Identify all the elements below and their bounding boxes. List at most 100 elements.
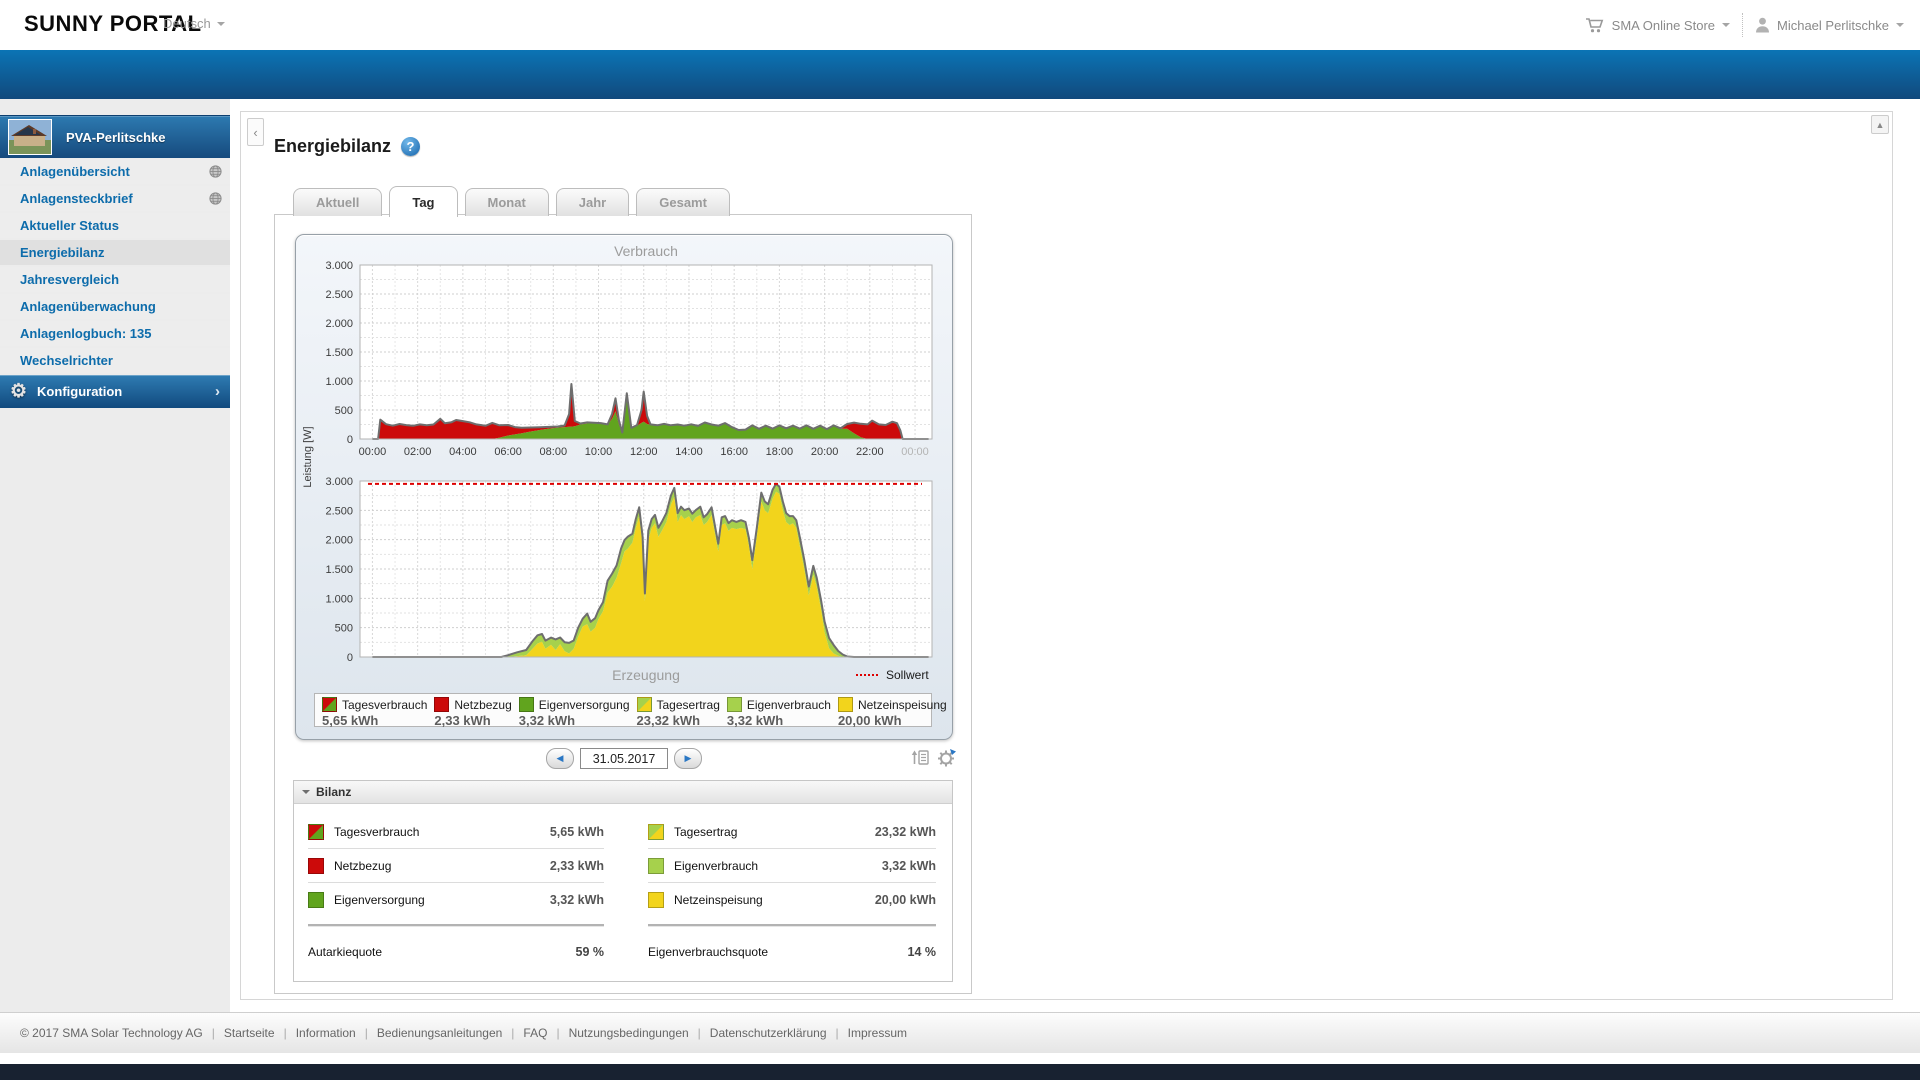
cart-icon [1585,17,1603,32]
tab-aktuell[interactable]: Aktuell [293,188,383,216]
legend-value: 5,65 kWh [322,713,379,728]
divider: | [697,1026,701,1040]
divider [308,924,604,927]
next-day-button[interactable]: ▶ [674,748,702,769]
sidebar-collapse-button[interactable]: ‹ [247,118,264,146]
legend-item: Netzbezug 2,33 kWh [427,694,512,728]
bilanz-row: Netzeinspeisung 20,00 kWh [648,883,936,916]
footer-link-faq[interactable]: FAQ [523,1026,547,1040]
sidebar-item-label: Anlagenüberwachung [20,299,156,314]
svg-text:2.500: 2.500 [325,505,353,517]
sidebar-item-anlagenuebersicht[interactable]: Anlagenübersicht [0,159,230,184]
chart-settings-icon[interactable] [937,748,957,767]
legend-item: Eigenverbrauch 3,32 kWh [720,694,831,728]
bilanz-row: Tagesertrag 23,32 kWh [648,815,936,849]
svg-text:20:00: 20:00 [811,446,839,458]
bilanz-value: 2,33 kWh [549,858,604,873]
svg-text:0: 0 [347,652,353,664]
sidebar-item-energiebilanz[interactable]: Energiebilanz [0,240,230,265]
divider: | [283,1026,287,1040]
legend-label: Netzeinspeisung [857,697,947,712]
erzeugung-chart: 0 500 1.000 1.500 2.000 2.500 3.000 Erzeugung So… [325,476,933,683]
sidebar-item-anlagenlogbuch[interactable]: Anlagenlogbuch: 135 [0,321,230,346]
chevron-down-icon [1722,23,1730,31]
sidebar-item-label: Energiebilanz [20,245,105,260]
bilanz-header[interactable]: Bilanz [294,781,952,804]
svg-text:Erzeugung: Erzeugung [612,667,680,683]
plant-header[interactable]: PVA-Perlitschke [0,115,230,158]
legend-color-icon [726,697,742,712]
scroll-up-button[interactable]: ▲ [1871,115,1889,134]
bilanz-value: 20,00 kWh [874,892,936,907]
sidebar-item-aktueller-status[interactable]: Aktueller Status [0,213,230,238]
globe-icon [209,192,222,205]
sidebar-menu: Anlagenübersicht Anlagensteckbrief Aktuell… [0,159,230,408]
svg-text:10:00: 10:00 [585,446,613,458]
tab-content: Leistung [W] 0 500 1.000 1.500 2.000 2.500 3.0… [274,214,972,994]
footer-link-bedienungsanleitungen[interactable]: Bedienungsanleitungen [377,1026,502,1040]
online-store-dropdown[interactable]: SMA Online Store [1585,17,1730,34]
user-dropdown[interactable]: Michael Perlitschke [1755,17,1904,33]
svg-text:2.500: 2.500 [325,289,353,301]
legend-value: 2,33 kWh [434,713,491,728]
footer-links: © 2017 SMA Solar Technology AG | Startseit… [0,1013,1920,1040]
help-icon[interactable]: ? [401,137,421,156]
bilanz-color-icon [308,857,324,874]
footer-link-datenschutzerklärung[interactable]: Datenschutzerklärung [710,1026,827,1040]
date-input[interactable] [580,748,668,769]
prev-day-button[interactable]: ◀ [546,748,574,769]
sidebar-item-label: Wechselrichter [20,353,113,368]
sidebar-item-wechselrichter[interactable]: Wechselrichter [0,348,230,373]
svg-text:1.000: 1.000 [325,376,353,388]
bilanz-color-icon [308,823,324,840]
bilanz-color-icon [648,823,664,840]
legend-label: Eigenversorgung [538,697,630,712]
content-panel: ‹ ▲ Energiebilanz ? Aktuell Tag Monat Jahr G… [240,111,1893,1000]
footer-link-startseite[interactable]: Startseite [224,1026,275,1040]
svg-text:1.500: 1.500 [325,347,353,359]
tab-monat[interactable]: Monat [464,188,549,216]
svg-text:16:00: 16:00 [720,446,748,458]
svg-text:3.000: 3.000 [325,260,353,272]
user-label: Michael Perlitschke [1777,17,1889,33]
legend-color-icon [322,697,337,712]
tab-jahr[interactable]: Jahr [555,188,630,216]
publish-icon[interactable] [911,748,931,767]
tab-gesamt[interactable]: Gesamt [636,188,730,216]
bilanz-row: Eigenverbrauch 3,32 kWh [648,849,936,883]
svg-text:18:00: 18:00 [766,446,794,458]
bilanz-value: 3,32 kWh [549,892,604,907]
bilanz-label: Netzbezug [334,858,392,873]
footer-link-impressum[interactable]: Impressum [848,1026,907,1040]
sidebar-item-anlagensteckbrief[interactable]: Anlagensteckbrief [0,186,230,211]
sidebar-item-konfiguration[interactable]: ⚙ Konfiguration › [0,375,230,408]
bilanz-value: 3,32 kWh [881,858,936,873]
footer-link-information[interactable]: Information [296,1026,356,1040]
divider: | [835,1026,839,1040]
legend-item: Eigenversorgung 3,32 kWh [512,694,630,728]
legend-color-icon [518,697,534,712]
divider [1742,13,1743,37]
divider: | [364,1026,368,1040]
legend-color-icon [434,697,450,712]
chevron-down-icon [1896,23,1904,31]
legend-color-icon [636,697,652,712]
tab-tag[interactable]: Tag [389,186,458,217]
legend-color-icon [837,697,853,712]
date-navigation: ◀ ▶ [275,748,973,772]
bilanz-label: Tagesertrag [674,824,738,839]
svg-text:500: 500 [335,405,353,417]
sidebar-item-label: Anlagenübersicht [20,164,130,179]
bilanz-color-icon [648,891,664,908]
svg-text:2.000: 2.000 [325,535,353,547]
language-dropdown[interactable]: Deutsch [163,16,225,31]
bilanz-label: Eigenverbrauch [674,858,759,873]
footer-link-nutzungsbedingungen[interactable]: Nutzungsbedingungen [569,1026,689,1040]
sidebar-item-jahresvergleich[interactable]: Jahresvergleich [0,267,230,292]
language-label: Deutsch [163,16,211,31]
tab-bar: Aktuell Tag Monat Jahr Gesamt [293,186,730,217]
bilanz-title: Bilanz [316,785,352,799]
svg-text:06:00: 06:00 [494,446,522,458]
sidebar-item-anlagenueberwachung[interactable]: Anlagenüberwachung [0,294,230,319]
bilanz-quote-value: 14 % [907,944,937,959]
